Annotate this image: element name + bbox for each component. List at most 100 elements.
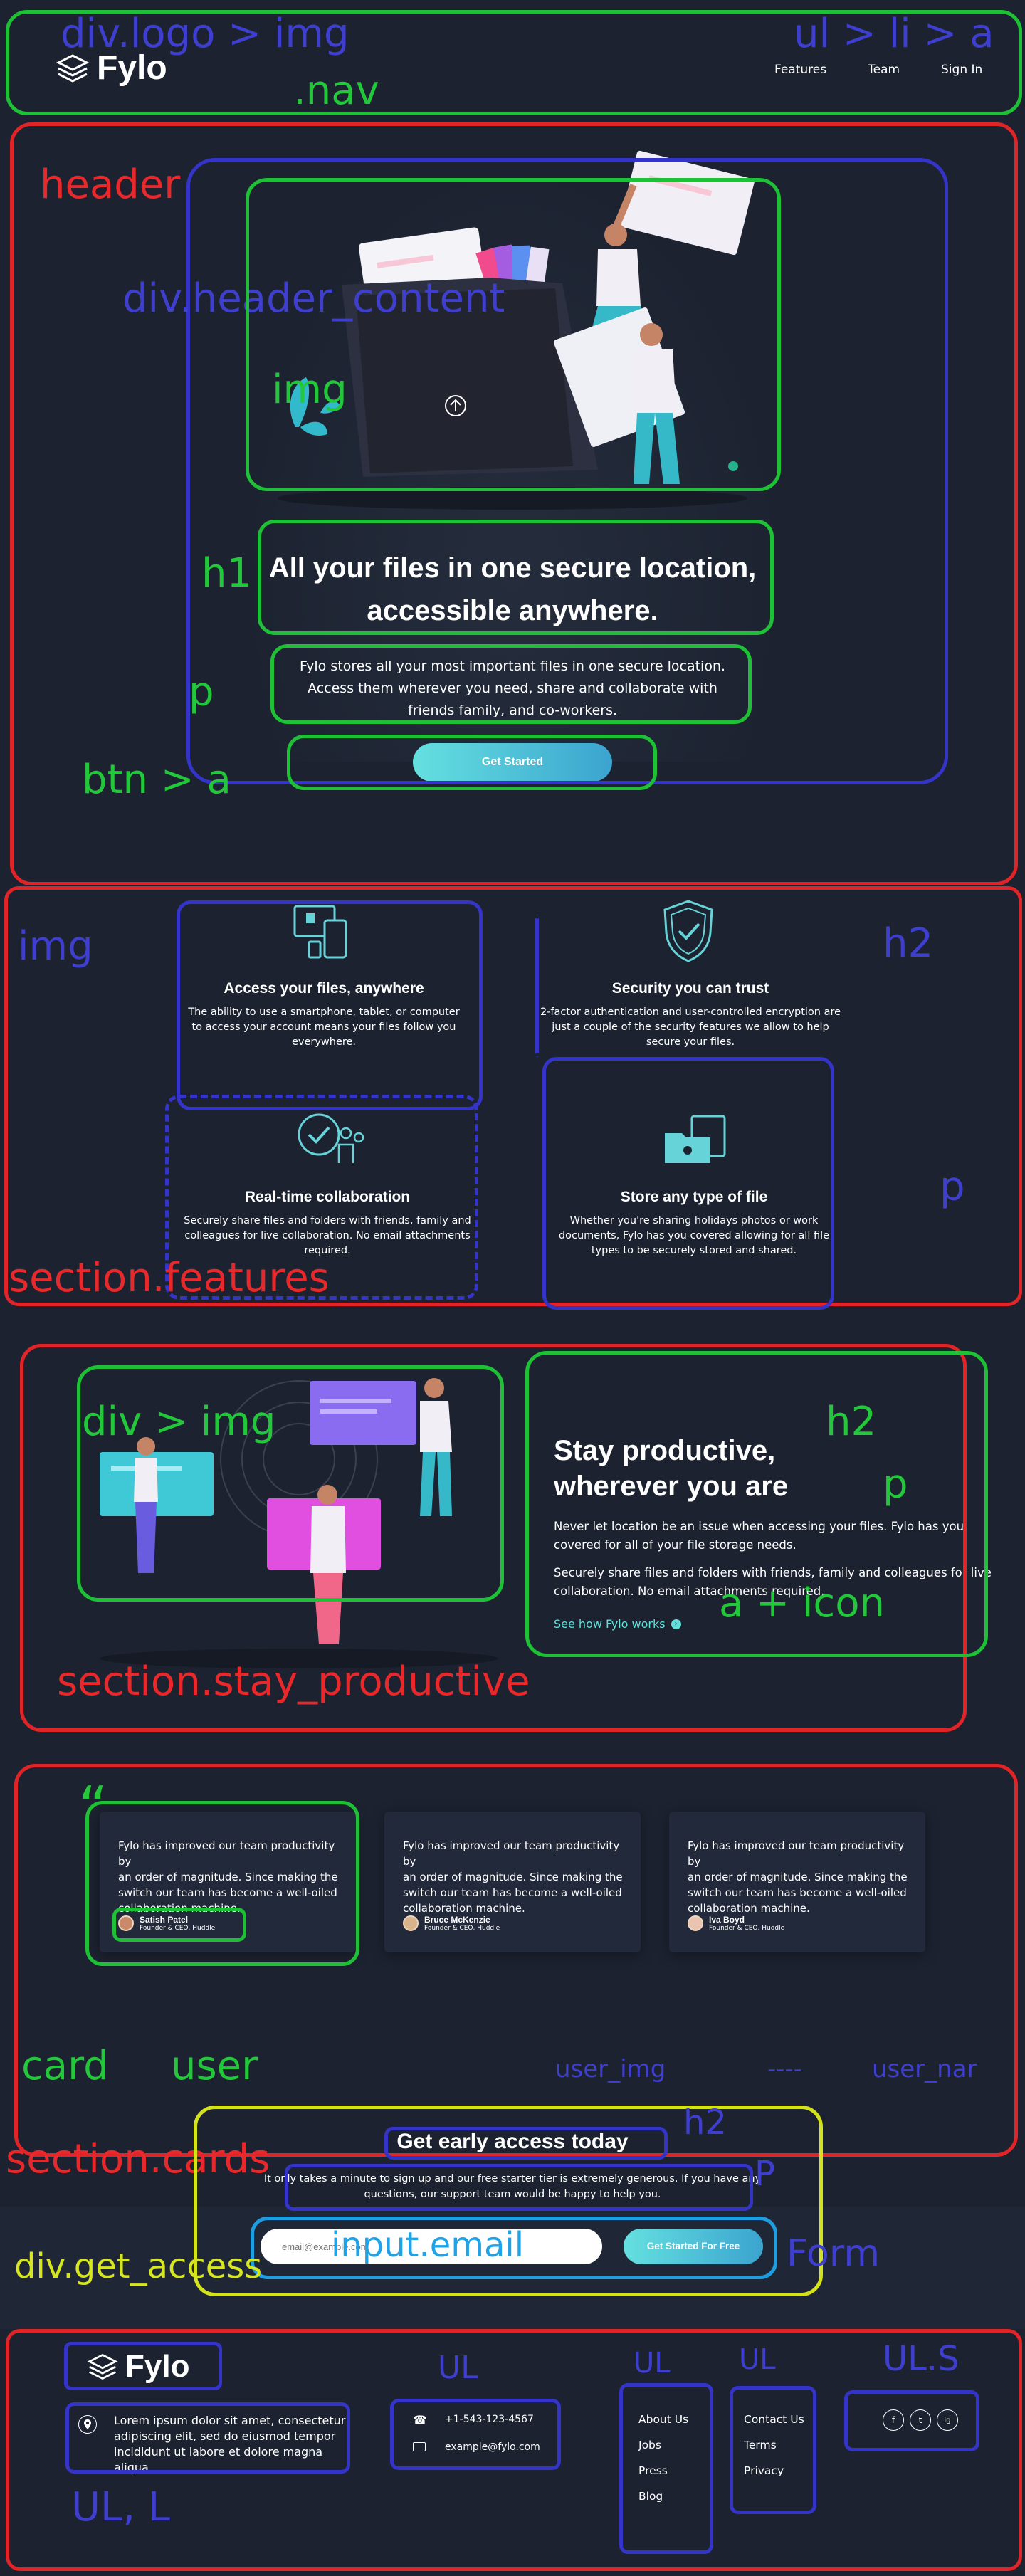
footer-links-col-1: About Us Jobs Press Blog bbox=[638, 2413, 688, 2503]
feature-4-title: Store any type of file bbox=[620, 1189, 768, 1205]
annotation-ul-l: UL, L bbox=[71, 2484, 170, 2530]
testimonial-2-role: Founder & CEO, Huddle bbox=[424, 1925, 500, 1932]
testimonial-2-line-3: switch our team has become a well-oiled bbox=[403, 1886, 622, 1899]
annotation-p: p bbox=[189, 669, 214, 715]
avatar bbox=[118, 1915, 134, 1931]
feature-4-line-1: Whether you're sharing holidays photos o… bbox=[569, 1215, 819, 1226]
feature-1-line-3: everywhere. bbox=[291, 1036, 357, 1048]
annotation-feat-h2: h2 bbox=[883, 920, 934, 967]
hero-title-line-2: accessible anywhere. bbox=[367, 595, 658, 626]
annotation-features-box bbox=[4, 886, 1022, 1306]
annotation-feat-img: img bbox=[18, 923, 93, 969]
annotation-user-name: user_nar bbox=[872, 2055, 977, 2083]
footer-email[interactable]: example@fylo.com bbox=[445, 2441, 540, 2453]
annotation-feat-p: p bbox=[940, 1164, 965, 1210]
see-how-link-wrapper[interactable]: See how Fylo works › bbox=[554, 1617, 681, 1631]
hero-description: Fylo stores all your most important file… bbox=[263, 656, 762, 722]
footer-address-line-2: adipiscing elit, sed do eiusmod tempor bbox=[114, 2429, 336, 2443]
nav-link-signin[interactable]: Sign In bbox=[941, 63, 982, 77]
access-text-line-2: questions, our support team would be hap… bbox=[364, 2189, 661, 2200]
testimonial-1-user: Satish Patel Founder & CEO, Huddle bbox=[118, 1915, 215, 1932]
arrow-circle-icon: › bbox=[671, 1619, 681, 1629]
testimonial-2-line-2: an order of magnitude. Since making the bbox=[403, 1871, 623, 1883]
testimonial-2-user: Bruce McKenzie Founder & CEO, Huddle bbox=[403, 1915, 500, 1932]
feature-3-line-1: Securely share files and folders with fr… bbox=[184, 1215, 471, 1226]
testimonial-1-line-1: Fylo has improved our team productivity … bbox=[118, 1839, 335, 1868]
hero-title-line-1: All your files in one secure location, bbox=[268, 552, 757, 584]
productive-title-line-2: wherever you are bbox=[554, 1471, 789, 1502]
footer-link-blog[interactable]: Blog bbox=[638, 2490, 688, 2503]
annotation-nav-links: ul > li > a bbox=[794, 11, 994, 57]
devices-icon bbox=[293, 905, 347, 959]
instagram-icon[interactable]: ig bbox=[937, 2409, 958, 2431]
productive-p1-line-1: Never let location be an issue when acce… bbox=[554, 1520, 964, 1533]
testimonial-3-line-2: an order of magnitude. Since making the bbox=[688, 1871, 908, 1883]
annotation-footer-contact-box bbox=[390, 2399, 561, 2470]
access-text: It only takes a minute to sign up and ou… bbox=[228, 2171, 797, 2202]
feature-3-text: Securely share files and folders with fr… bbox=[167, 1214, 488, 1258]
hero-illustration bbox=[278, 150, 755, 510]
hero-title: All your files in one secure location, a… bbox=[228, 547, 797, 632]
productive-p2-line-1: Securely share files and folders with fr… bbox=[554, 1566, 992, 1579]
testimonial-1-name: Satish Patel bbox=[140, 1915, 189, 1925]
nav-logo[interactable]: Fylo bbox=[56, 48, 167, 88]
annotation-user-img: user_img bbox=[555, 2055, 666, 2083]
testimonial-3-text: Fylo has improved our team productivity … bbox=[688, 1838, 915, 1916]
avatar bbox=[403, 1915, 419, 1931]
feature-2-title: Security you can trust bbox=[611, 980, 769, 997]
footer-link-terms[interactable]: Terms bbox=[744, 2439, 804, 2451]
testimonial-3-role: Founder & CEO, Huddle bbox=[709, 1925, 785, 1932]
footer-link-press[interactable]: Press bbox=[638, 2464, 688, 2477]
feature-2-line-2: just a couple of the security features w… bbox=[552, 1021, 829, 1033]
productive-title-line-1: Stay productive, bbox=[554, 1435, 776, 1466]
annotation-feature-4-box bbox=[542, 1057, 834, 1310]
footer-link-privacy[interactable]: Privacy bbox=[744, 2464, 804, 2477]
facebook-icon[interactable]: f bbox=[883, 2409, 904, 2431]
hero-text-line-3: friends family, and co-workers. bbox=[407, 703, 618, 718]
nav-link-team[interactable]: Team bbox=[868, 63, 900, 77]
annotation-dashes: ---- bbox=[767, 2055, 803, 2083]
productive-illustration bbox=[100, 1378, 498, 1668]
nav-links: Features Team Sign In bbox=[774, 63, 982, 77]
footer-phone[interactable]: +1-543-123-4567 bbox=[445, 2414, 534, 2425]
access-background bbox=[0, 2207, 1025, 2329]
testimonial-1-line-3: switch our team has become a well-oiled bbox=[118, 1886, 337, 1899]
footer-link-about[interactable]: About Us bbox=[638, 2413, 688, 2426]
footer-logo[interactable]: Fylo bbox=[87, 2349, 189, 2385]
feature-1-text: The ability to use a smartphone, tablet,… bbox=[164, 1005, 484, 1050]
nav-link-features[interactable]: Features bbox=[774, 63, 826, 77]
testimonial-1-role: Founder & CEO, Huddle bbox=[140, 1925, 216, 1932]
feature-1-line-1: The ability to use a smartphone, tablet,… bbox=[188, 1006, 460, 1018]
footer-links-col-2: Contact Us Terms Privacy bbox=[744, 2413, 804, 2477]
annotation-features: section.features bbox=[9, 1255, 330, 1301]
footer-address: Lorem ipsum dolor sit amet, consectetur … bbox=[114, 2413, 356, 2476]
footer-link-jobs[interactable]: Jobs bbox=[638, 2439, 688, 2451]
get-started-free-button[interactable]: Get Started For Free bbox=[624, 2229, 763, 2264]
footer-link-contact[interactable]: Contact Us bbox=[744, 2413, 804, 2426]
avatar bbox=[688, 1915, 703, 1931]
annotation-prod-content-box bbox=[525, 1351, 988, 1657]
annotation-ul-1: UL bbox=[438, 2350, 478, 2386]
productive-paragraph-2: Securely share files and folders with fr… bbox=[554, 1564, 995, 1601]
collaboration-icon bbox=[298, 1113, 364, 1163]
feature-3-line-2: colleagues for live collaboration. No em… bbox=[184, 1230, 471, 1241]
hero-text-line-1: Fylo stores all your most important file… bbox=[299, 658, 726, 674]
testimonial-3-name: Iva Boyd bbox=[709, 1915, 745, 1925]
location-pin-icon bbox=[78, 2415, 97, 2434]
testimonial-3-line-3: switch our team has become a well-oiled bbox=[688, 1886, 907, 1899]
feature-4-line-3: types to be securely stored and shared. bbox=[591, 1245, 797, 1256]
twitter-icon[interactable]: t bbox=[910, 2409, 931, 2431]
see-how-fylo-works-link[interactable]: See how Fylo works bbox=[554, 1617, 666, 1631]
productive-title: Stay productive, wherever you are bbox=[554, 1433, 910, 1504]
feature-4-line-2: documents, Fylo has you covered allowing… bbox=[558, 1230, 830, 1241]
email-input[interactable] bbox=[261, 2229, 602, 2264]
folder-files-icon bbox=[665, 1115, 726, 1163]
productive-paragraph-1: Never let location be an issue when acce… bbox=[554, 1518, 995, 1555]
annotation-ul-3: UL bbox=[739, 2343, 776, 2376]
testimonial-2-text: Fylo has improved our team productivity … bbox=[403, 1838, 631, 1916]
feature-4-text: Whether you're sharing holidays photos o… bbox=[530, 1214, 858, 1258]
feature-1-title: Access your files, anywhere bbox=[224, 980, 424, 997]
testimonial-3-user: Iva Boyd Founder & CEO, Huddle bbox=[688, 1915, 784, 1932]
hero-get-started-button[interactable]: Get Started bbox=[413, 743, 612, 782]
footer-brand: Fylo bbox=[125, 2349, 190, 2384]
